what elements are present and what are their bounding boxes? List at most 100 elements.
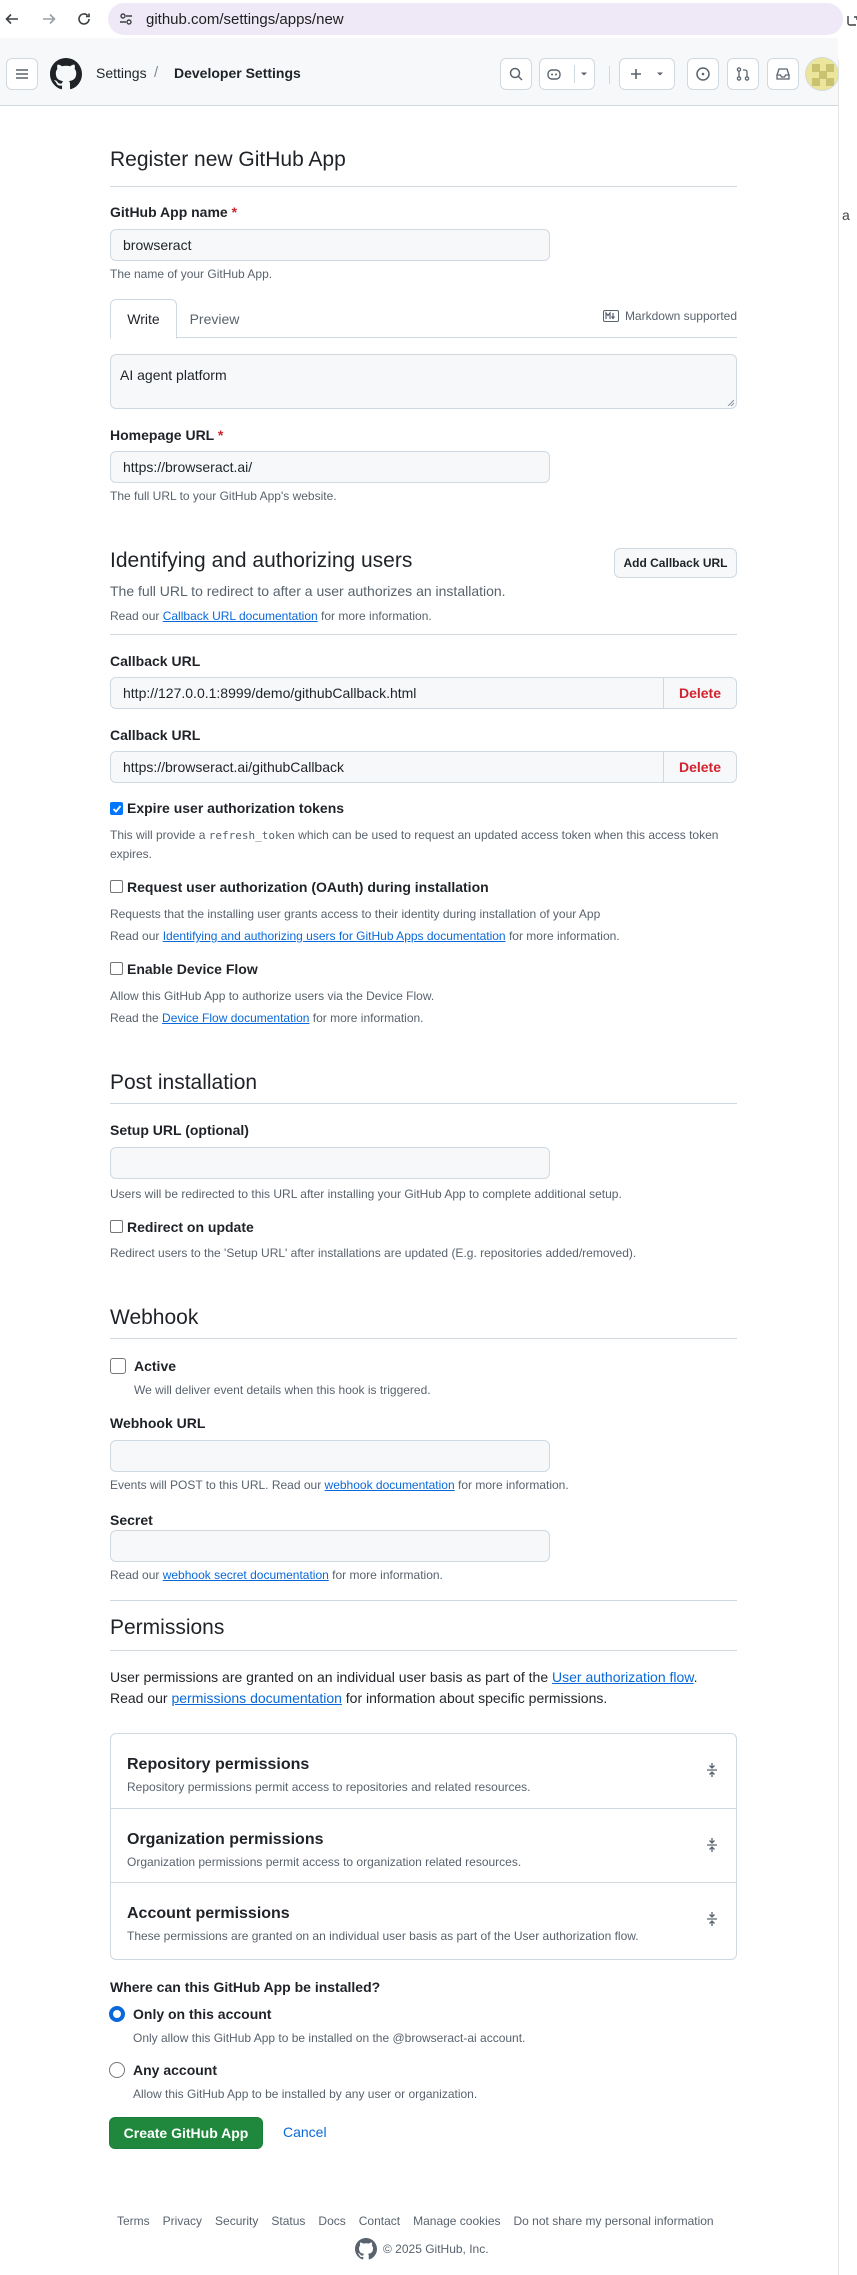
add-callback-button[interactable]: Add Callback URL <box>614 548 737 578</box>
forward-arrow-icon[interactable] <box>39 9 59 29</box>
divider <box>110 1650 737 1651</box>
footer-link[interactable]: Status <box>271 2214 305 2228</box>
webhook-active-checkbox[interactable] <box>110 1358 126 1374</box>
side-panel-edge <box>838 60 857 2275</box>
permission-group-title: Organization permissions <box>127 1831 324 1848</box>
device-flow-label[interactable]: Enable Device Flow <box>127 961 258 977</box>
unfold-icon <box>707 1912 717 1926</box>
redirect-on-update-checkbox[interactable] <box>110 1220 123 1233</box>
divider <box>110 1338 737 1339</box>
oauth-doc-link[interactable]: Identifying and authorizing users for Gi… <box>163 929 506 943</box>
permission-group-title: Account permissions <box>127 1905 290 1922</box>
permissions-doc-link[interactable]: permissions documentation <box>171 1690 341 1706</box>
url-text[interactable]: github.com/settings/apps/new <box>146 11 344 28</box>
hamburger-icon <box>16 69 28 79</box>
breadcrumb-settings[interactable]: Settings <box>96 65 147 81</box>
redirect-on-update-note: Redirect users to the 'Setup URL' after … <box>110 1246 637 1260</box>
avatar[interactable] <box>805 57 839 91</box>
permission-group-desc: Organization permissions permit access t… <box>127 1855 522 1869</box>
footer-link[interactable]: Privacy <box>163 2214 202 2228</box>
tab-preview[interactable]: Preview <box>177 299 252 339</box>
identifying-intro: The full URL to redirect to after a user… <box>110 583 506 599</box>
device-flow-doc-link[interactable]: Device Flow documentation <box>162 1011 309 1025</box>
any-account-radio[interactable] <box>109 2062 125 2078</box>
description-textarea[interactable]: AI agent platform <box>110 354 737 409</box>
github-logo-icon[interactable] <box>50 58 82 90</box>
any-account-label[interactable]: Any account <box>133 2062 217 2078</box>
identifying-title: Identifying and authorizing users <box>110 549 413 572</box>
create-new-button[interactable] <box>619 58 675 90</box>
address-bar[interactable]: github.com/settings/apps/new <box>108 3 843 35</box>
callback-url-field: http://127.0.0.1:8999/demo/githubCallbac… <box>110 677 737 709</box>
device-flow-checkbox[interactable] <box>110 962 123 975</box>
only-this-account-desc: Only allow this GitHub App to be install… <box>133 2031 526 2045</box>
delete-callback-button[interactable]: Delete <box>663 752 736 782</box>
reload-icon[interactable] <box>74 9 94 29</box>
webhook-secret-doc-link[interactable]: webhook secret documentation <box>163 1568 329 1582</box>
create-github-app-button[interactable]: Create GitHub App <box>109 2117 263 2149</box>
homepage-note: The full URL to your GitHub App's websit… <box>110 489 337 503</box>
copilot-button[interactable] <box>539 58 595 90</box>
callback-url-input[interactable]: http://127.0.0.1:8999/demo/githubCallbac… <box>111 678 663 708</box>
callback-url-input[interactable]: https://browseract.ai/githubCallback <box>111 752 663 782</box>
device-flow-note: Allow this GitHub App to authorize users… <box>110 989 435 1003</box>
footer-link[interactable]: Security <box>215 2214 258 2228</box>
organization-permissions-row[interactable]: Organization permissions Organization pe… <box>111 1808 736 1882</box>
checkmark-icon <box>112 805 122 813</box>
setup-url-input[interactable] <box>110 1147 550 1179</box>
breadcrumb-developer-settings[interactable]: Developer Settings <box>174 65 301 81</box>
site-info-icon[interactable] <box>118 10 136 28</box>
permission-group-title: Repository permissions <box>127 1756 310 1773</box>
permissions-intro-line1: User permissions are granted on an indiv… <box>110 1669 698 1685</box>
inbox-button[interactable] <box>767 58 799 90</box>
only-this-account-label[interactable]: Only on this account <box>133 2006 271 2022</box>
any-account-desc: Allow this GitHub App to be installed by… <box>133 2087 478 2101</box>
oauth-checkbox[interactable] <box>110 880 123 893</box>
webhook-url-input[interactable] <box>110 1440 550 1472</box>
repository-permissions-row[interactable]: Repository permissions Repository permis… <box>111 1734 736 1808</box>
footer-link[interactable]: Do not share my personal information <box>514 2214 714 2228</box>
menu-button[interactable] <box>6 58 38 90</box>
footer-link[interactable]: Terms <box>117 2214 150 2228</box>
app-name-input[interactable]: browseract <box>110 229 550 261</box>
oauth-label[interactable]: Request user authorization (OAuth) durin… <box>127 879 489 895</box>
webhook-doc-link[interactable]: webhook documentation <box>325 1478 455 1492</box>
divider <box>110 186 737 187</box>
pull-request-icon <box>736 67 750 81</box>
secret-input[interactable] <box>110 1530 550 1562</box>
extension-icon[interactable] <box>845 14 857 28</box>
callback-url-label: Callback URL <box>110 727 201 743</box>
description-text: AI agent platform <box>120 367 227 383</box>
redirect-on-update-label[interactable]: Redirect on update <box>127 1219 254 1235</box>
cancel-link[interactable]: Cancel <box>283 2124 327 2140</box>
homepage-input[interactable]: https://browseract.ai/ <box>110 451 550 483</box>
breadcrumb-separator: / <box>154 64 159 81</box>
account-permissions-row[interactable]: Account permissions These permissions ar… <box>111 1882 736 1956</box>
user-authorization-flow-link[interactable]: User authorization flow <box>552 1669 694 1685</box>
only-this-account-radio[interactable] <box>109 2006 125 2022</box>
webhook-url-note: Events will POST to this URL. Read our w… <box>110 1478 569 1492</box>
delete-callback-button[interactable]: Delete <box>663 678 736 708</box>
pull-requests-button[interactable] <box>727 58 759 90</box>
page-title: Register new GitHub App <box>110 148 346 171</box>
search-button[interactable] <box>500 58 532 90</box>
issues-button[interactable] <box>687 58 719 90</box>
setup-url-label: Setup URL (optional) <box>110 1122 249 1138</box>
app-name-label: GitHub App name * <box>110 204 238 220</box>
tab-write[interactable]: Write <box>110 299 177 339</box>
webhook-active-label[interactable]: Active <box>134 1358 176 1374</box>
header-divider <box>609 66 610 84</box>
expire-tokens-label[interactable]: Expire user authorization tokens <box>127 800 344 816</box>
footer-link[interactable]: Docs <box>318 2214 345 2228</box>
callback-doc-link[interactable]: Callback URL documentation <box>163 609 318 623</box>
github-header: Settings / Developer Settings <box>0 38 839 106</box>
expire-tokens-note: This will provide a refresh_token which … <box>110 828 719 861</box>
divider <box>110 1103 737 1104</box>
expire-tokens-checkbox[interactable] <box>110 802 123 815</box>
back-arrow-icon[interactable] <box>2 9 22 29</box>
browser-toolbar: github.com/settings/apps/new <box>0 0 857 38</box>
footer-link[interactable]: Manage cookies <box>413 2214 500 2228</box>
setup-url-note: Users will be redirected to this URL aft… <box>110 1187 622 1201</box>
unfold-icon <box>707 1763 717 1777</box>
footer-link[interactable]: Contact <box>359 2214 400 2228</box>
